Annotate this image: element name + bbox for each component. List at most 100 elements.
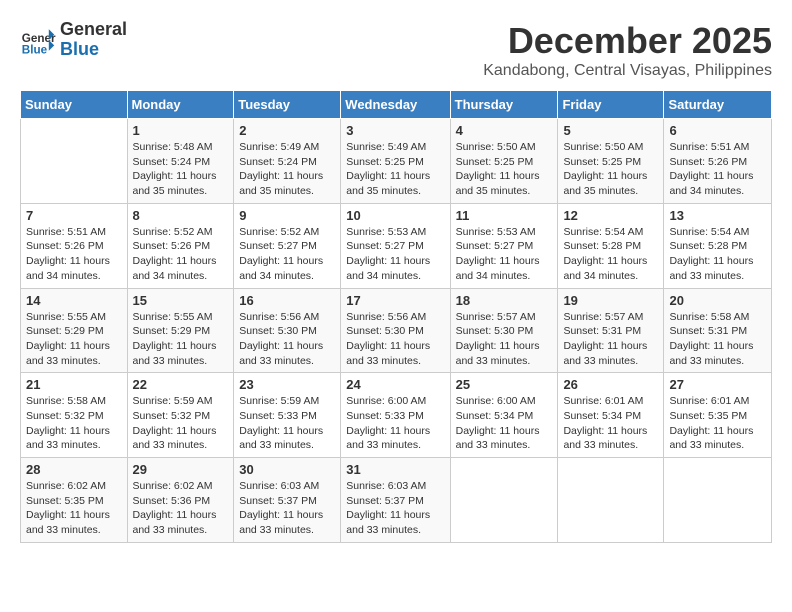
day-header-thursday: Thursday (450, 91, 558, 119)
day-info: Sunrise: 5:51 AM Sunset: 5:26 PM Dayligh… (669, 140, 766, 199)
day-info: Sunrise: 5:53 AM Sunset: 5:27 PM Dayligh… (456, 225, 553, 284)
calendar-cell: 11 Sunrise: 5:53 AM Sunset: 5:27 PM Dayli… (450, 203, 558, 288)
calendar-cell: 17 Sunrise: 5:56 AM Sunset: 5:30 PM Dayli… (341, 288, 450, 373)
calendar-cell: 15 Sunrise: 5:55 AM Sunset: 5:29 PM Dayli… (127, 288, 234, 373)
day-number: 28 (26, 462, 122, 477)
calendar-cell: 24Sunrise: 6:00 AM Sunset: 5:33 PM Dayli… (341, 373, 450, 458)
calendar-cell: 26 Sunrise: 6:01 AM Sunset: 5:34 PM Dayli… (558, 373, 664, 458)
day-header-friday: Friday (558, 91, 664, 119)
calendar-cell: 9 Sunrise: 5:52 AM Sunset: 5:27 PM Daylig… (234, 203, 341, 288)
calendar-cell: 1Sunrise: 5:48 AM Sunset: 5:24 PM Daylig… (127, 119, 234, 204)
day-number: 22 (133, 377, 229, 392)
calendar-header-row: SundayMondayTuesdayWednesdayThursdayFrid… (21, 91, 772, 119)
day-number: 27 (669, 377, 766, 392)
calendar-cell (450, 458, 558, 543)
calendar-cell: 27 Sunrise: 6:01 AM Sunset: 5:35 PM Dayli… (664, 373, 772, 458)
day-number: 26 (563, 377, 658, 392)
calendar-cell: 21 Sunrise: 5:58 AM Sunset: 5:32 PM Dayli… (21, 373, 128, 458)
day-info: Sunrise: 5:49 AM Sunset: 5:24 PM Dayligh… (239, 140, 335, 199)
day-number: 24 (346, 377, 444, 392)
calendar-cell (664, 458, 772, 543)
calendar-cell: 4 Sunrise: 5:50 AM Sunset: 5:25 PM Daylig… (450, 119, 558, 204)
calendar-cell: 6 Sunrise: 5:51 AM Sunset: 5:26 PM Daylig… (664, 119, 772, 204)
calendar-table: SundayMondayTuesdayWednesdayThursdayFrid… (20, 90, 772, 543)
day-number: 14 (26, 293, 122, 308)
day-info: Sunrise: 6:02 AM Sunset: 5:35 PM Dayligh… (26, 479, 122, 538)
day-number: 29 (133, 462, 229, 477)
day-info: Sunrise: 5:49 AM Sunset: 5:25 PM Dayligh… (346, 140, 444, 199)
calendar-cell: 20Sunrise: 5:58 AM Sunset: 5:31 PM Dayli… (664, 288, 772, 373)
day-info: Sunrise: 5:57 AM Sunset: 5:31 PM Dayligh… (563, 310, 658, 369)
day-number: 15 (133, 293, 229, 308)
day-info: Sunrise: 5:55 AM Sunset: 5:29 PM Dayligh… (133, 310, 229, 369)
day-number: 2 (239, 123, 335, 138)
day-info: Sunrise: 5:56 AM Sunset: 5:30 PM Dayligh… (346, 310, 444, 369)
day-info: Sunrise: 6:01 AM Sunset: 5:35 PM Dayligh… (669, 394, 766, 453)
day-info: Sunrise: 6:00 AM Sunset: 5:34 PM Dayligh… (456, 394, 553, 453)
day-number: 30 (239, 462, 335, 477)
calendar-cell: 28 Sunrise: 6:02 AM Sunset: 5:35 PM Dayli… (21, 458, 128, 543)
day-info: Sunrise: 5:59 AM Sunset: 5:33 PM Dayligh… (239, 394, 335, 453)
calendar-cell (558, 458, 664, 543)
day-info: Sunrise: 5:57 AM Sunset: 5:30 PM Dayligh… (456, 310, 553, 369)
calendar-cell: 18 Sunrise: 5:57 AM Sunset: 5:30 PM Dayli… (450, 288, 558, 373)
calendar-week-row: 7 Sunrise: 5:51 AM Sunset: 5:26 PM Daylig… (21, 203, 772, 288)
day-number: 6 (669, 123, 766, 138)
day-number: 8 (133, 208, 229, 223)
day-number: 19 (563, 293, 658, 308)
day-info: Sunrise: 6:01 AM Sunset: 5:34 PM Dayligh… (563, 394, 658, 453)
logo: General Blue General Blue (20, 20, 127, 60)
day-info: Sunrise: 5:50 AM Sunset: 5:25 PM Dayligh… (456, 140, 553, 199)
svg-text:Blue: Blue (22, 43, 48, 56)
day-header-wednesday: Wednesday (341, 91, 450, 119)
calendar-cell: 16 Sunrise: 5:56 AM Sunset: 5:30 PM Dayli… (234, 288, 341, 373)
day-number: 21 (26, 377, 122, 392)
day-info: Sunrise: 6:03 AM Sunset: 5:37 PM Dayligh… (239, 479, 335, 538)
day-info: Sunrise: 5:56 AM Sunset: 5:30 PM Dayligh… (239, 310, 335, 369)
day-number: 13 (669, 208, 766, 223)
day-info: Sunrise: 6:02 AM Sunset: 5:36 PM Dayligh… (133, 479, 229, 538)
day-number: 17 (346, 293, 444, 308)
day-info: Sunrise: 5:55 AM Sunset: 5:29 PM Dayligh… (26, 310, 122, 369)
location: Kandabong, Central Visayas, Philippines (483, 62, 772, 80)
day-header-saturday: Saturday (664, 91, 772, 119)
calendar-cell: 22Sunrise: 5:59 AM Sunset: 5:32 PM Dayli… (127, 373, 234, 458)
day-info: Sunrise: 5:54 AM Sunset: 5:28 PM Dayligh… (669, 225, 766, 284)
day-header-sunday: Sunday (21, 91, 128, 119)
day-info: Sunrise: 6:03 AM Sunset: 5:37 PM Dayligh… (346, 479, 444, 538)
month-year: December 2025 (483, 20, 772, 62)
day-header-tuesday: Tuesday (234, 91, 341, 119)
logo-text: General Blue (60, 20, 127, 60)
day-number: 11 (456, 208, 553, 223)
day-info: Sunrise: 5:50 AM Sunset: 5:25 PM Dayligh… (563, 140, 658, 199)
day-info: Sunrise: 5:58 AM Sunset: 5:32 PM Dayligh… (26, 394, 122, 453)
calendar-cell: 7 Sunrise: 5:51 AM Sunset: 5:26 PM Daylig… (21, 203, 128, 288)
calendar-cell: 30 Sunrise: 6:03 AM Sunset: 5:37 PM Dayli… (234, 458, 341, 543)
page-header: General Blue General Blue December 2025 … (20, 20, 772, 80)
day-number: 20 (669, 293, 766, 308)
calendar-cell: 12Sunrise: 5:54 AM Sunset: 5:28 PM Dayli… (558, 203, 664, 288)
day-number: 10 (346, 208, 444, 223)
day-number: 7 (26, 208, 122, 223)
day-number: 5 (563, 123, 658, 138)
day-info: Sunrise: 5:52 AM Sunset: 5:27 PM Dayligh… (239, 225, 335, 284)
day-number: 18 (456, 293, 553, 308)
calendar-cell: 8 Sunrise: 5:52 AM Sunset: 5:26 PM Daylig… (127, 203, 234, 288)
calendar-cell: 29 Sunrise: 6:02 AM Sunset: 5:36 PM Dayli… (127, 458, 234, 543)
day-number: 3 (346, 123, 444, 138)
calendar-week-row: 14 Sunrise: 5:55 AM Sunset: 5:29 PM Dayli… (21, 288, 772, 373)
day-info: Sunrise: 5:52 AM Sunset: 5:26 PM Dayligh… (133, 225, 229, 284)
day-info: Sunrise: 5:51 AM Sunset: 5:26 PM Dayligh… (26, 225, 122, 284)
calendar-body: 1Sunrise: 5:48 AM Sunset: 5:24 PM Daylig… (21, 119, 772, 543)
logo-icon: General Blue (20, 22, 56, 58)
calendar-week-row: 28 Sunrise: 6:02 AM Sunset: 5:35 PM Dayli… (21, 458, 772, 543)
calendar-cell: 2 Sunrise: 5:49 AM Sunset: 5:24 PM Daylig… (234, 119, 341, 204)
calendar-cell: 25Sunrise: 6:00 AM Sunset: 5:34 PM Dayli… (450, 373, 558, 458)
calendar-cell: 14 Sunrise: 5:55 AM Sunset: 5:29 PM Dayli… (21, 288, 128, 373)
day-number: 1 (133, 123, 229, 138)
day-number: 23 (239, 377, 335, 392)
day-number: 9 (239, 208, 335, 223)
day-number: 4 (456, 123, 553, 138)
calendar-cell: 3 Sunrise: 5:49 AM Sunset: 5:25 PM Daylig… (341, 119, 450, 204)
day-number: 16 (239, 293, 335, 308)
